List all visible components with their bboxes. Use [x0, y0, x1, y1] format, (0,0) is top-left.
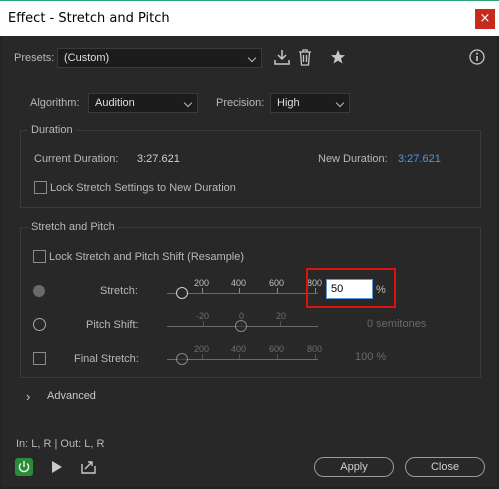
stretch-tick-label: 200 [194, 278, 210, 288]
advanced-toggle[interactable]: Advanced [47, 390, 96, 402]
final-slider-track [167, 359, 318, 360]
pitch-slider-thumb[interactable] [235, 320, 247, 332]
effect-panel: Presets: (Custom) Algorithm: Audition Pr… [2, 36, 497, 487]
download-icon[interactable] [274, 49, 290, 66]
stretch-tick-label: 600 [269, 278, 285, 288]
io-routing-label: In: L, R | Out: L, R [16, 438, 105, 450]
current-duration-label: Current Duration: [34, 153, 119, 165]
pitch-tick-label: 20 [276, 311, 287, 321]
apply-button[interactable]: Apply [314, 457, 394, 477]
lock-duration-checkbox[interactable] [34, 181, 47, 194]
stretch-value-input[interactable]: 50 [326, 279, 373, 299]
algorithm-label: Algorithm: [30, 97, 80, 109]
duration-group [20, 130, 481, 208]
pitch-tick [203, 321, 204, 326]
power-icon [18, 461, 30, 473]
lock-duration-label: Lock Stretch Settings to New Duration [50, 182, 236, 194]
close-button[interactable]: Close [405, 457, 485, 477]
final-tick [202, 354, 203, 359]
presets-value: (Custom) [64, 52, 110, 64]
final-tick [239, 354, 240, 359]
stretch-tick [277, 288, 278, 293]
algorithm-dropdown[interactable]: Audition [88, 93, 198, 113]
chevron-down-icon [183, 98, 193, 108]
presets-dropdown[interactable]: (Custom) [57, 48, 262, 68]
lock-resample-label: Lock Stretch and Pitch Shift (Resample) [49, 251, 245, 263]
final-tick [315, 354, 316, 359]
stretch-unit: % [376, 284, 386, 296]
pitch-shift-readout: 0 semitones [367, 318, 427, 330]
stretch-tick [202, 288, 203, 293]
power-button[interactable] [15, 458, 33, 476]
current-duration-value: 3:27.621 [137, 153, 180, 165]
stretch-pitch-group-title: Stretch and Pitch [28, 221, 118, 233]
window-title: Effect - Stretch and Pitch [8, 11, 170, 26]
close-window-button[interactable]: × [475, 9, 495, 29]
advanced-chevron-icon[interactable]: › [26, 389, 30, 404]
chevron-down-icon [247, 53, 257, 63]
precision-label: Precision: [216, 97, 265, 109]
play-icon[interactable] [50, 460, 64, 474]
chevron-down-icon [335, 98, 345, 108]
new-duration-value[interactable]: 3:27.621 [398, 153, 441, 165]
stretch-tick [239, 288, 240, 293]
stretch-radio[interactable] [33, 285, 45, 297]
precision-dropdown[interactable]: High [270, 93, 350, 113]
precision-value: High [277, 97, 300, 109]
trash-icon[interactable] [298, 49, 312, 66]
final-tick-label: 600 [269, 344, 285, 354]
stretch-tick-label: 400 [231, 278, 247, 288]
final-tick-label: 400 [231, 344, 247, 354]
pitch-shift-label: Pitch Shift: [86, 319, 139, 331]
star-icon[interactable] [330, 49, 346, 65]
final-stretch-label: Final Stretch: [74, 353, 139, 365]
stretch-slider-thumb[interactable] [176, 287, 188, 299]
algorithm-value: Audition [95, 97, 135, 109]
final-tick-label: 200 [194, 344, 210, 354]
stretch-label: Stretch: [100, 285, 138, 297]
final-slider-thumb [176, 353, 188, 365]
title-bar: Effect - Stretch and Pitch × [0, 0, 499, 36]
final-stretch-checkbox[interactable] [33, 352, 46, 365]
pitch-tick-label: -20 [196, 311, 210, 321]
lock-resample-checkbox[interactable] [33, 250, 46, 263]
new-duration-label: New Duration: [318, 153, 388, 165]
duration-group-title: Duration [28, 124, 76, 136]
info-icon[interactable] [469, 49, 485, 65]
loop-export-icon[interactable] [80, 458, 98, 475]
pitch-shift-radio[interactable] [33, 318, 46, 331]
final-stretch-readout: 100 % [355, 351, 387, 363]
stretch-slider-track[interactable] [167, 293, 318, 294]
presets-label: Presets: [14, 52, 55, 64]
pitch-tick [280, 321, 281, 326]
final-tick-label: 800 [307, 344, 323, 354]
final-tick [277, 354, 278, 359]
